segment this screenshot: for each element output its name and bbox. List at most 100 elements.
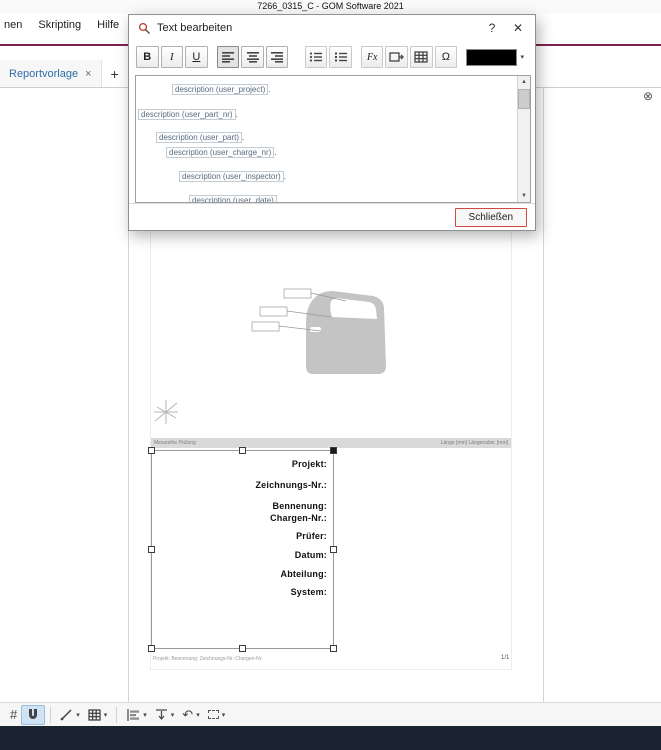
align-objects-icon [127,708,140,721]
report-label-system: System: [290,587,327,597]
edit-line[interactable]: description (user_date). [189,195,279,202]
asterisk-mark-icon [154,400,178,424]
report-label-pruefer: Prüfer: [296,531,327,541]
numbered-list-button[interactable] [329,46,352,68]
align-center-icon [246,52,259,63]
line-suffix: . [235,110,238,119]
selection-handle-bottom-left[interactable] [148,645,155,652]
bottom-toolbar: # ▾ ▾ ▾ ▾ ↶ ▾ ▾ [0,702,661,726]
vertical-scrollbar[interactable]: ▲ ▼ [517,76,530,202]
dialog-titlebar[interactable]: Text bearbeiten ? ✕ [129,15,535,41]
edit-line[interactable]: description (user_inspector). [179,171,286,182]
field-token[interactable]: description (user_project) [172,84,269,95]
table-icon [414,51,428,63]
status-bar [0,726,661,750]
align-left-button[interactable] [216,46,240,68]
selection-handle-mid-right[interactable] [330,546,337,553]
canvas-right-edge [543,88,544,702]
add-tab-button[interactable]: + [102,66,128,82]
selection-handle-bottom-center[interactable] [239,645,246,652]
chevron-down-icon[interactable]: ▾ [104,711,108,719]
field-token[interactable]: description (user_inspector) [179,171,284,182]
align-left-icon [222,52,235,63]
selection-handle-bottom-right[interactable] [330,645,337,652]
tab-close-icon[interactable]: × [85,68,91,80]
text-color-swatch[interactable] [466,48,517,66]
chevron-down-icon[interactable]: ▾ [76,711,80,719]
magnifier-icon [138,22,151,34]
chevron-down-icon[interactable]: ▾ [143,711,147,719]
edit-line[interactable]: description (user_part). [156,132,244,143]
edit-line[interactable]: description (user_project). [172,84,271,95]
tab-reportvorlage[interactable]: Reportvorlage × [0,60,102,87]
dialog-close-button[interactable]: ✕ [505,17,531,39]
panel-close-icon[interactable]: ⊗ [643,89,653,103]
bullet-list-icon [309,52,322,62]
callout-annotations [251,288,347,332]
window-titlebar: 7266_0315_C - GOM Software 2021 [0,0,661,13]
scroll-up-icon[interactable]: ▲ [518,76,530,88]
insert-symbol-button[interactable]: Ω [434,46,458,68]
snap-toggle-button[interactable] [21,704,46,725]
insert-field-button[interactable] [385,46,409,68]
page-number: 1/1 [501,655,510,661]
italic-button[interactable]: I [160,46,184,68]
text-edit-dialog: Text bearbeiten ? ✕ B I U Fx Ω ▾ descrip… [128,14,536,231]
distribute-tool-button[interactable]: ▾ [151,705,179,725]
draw-line-tool-button[interactable]: ▾ [56,705,84,725]
align-center-button[interactable] [241,46,264,68]
bullet-list-button[interactable] [304,46,328,68]
toolbar-separator [50,706,52,723]
field-token[interactable]: description (user_date) [189,195,277,202]
underline-button[interactable]: U [185,46,208,68]
scrollbar-thumb[interactable] [518,89,530,109]
undo-tool-button[interactable]: ↶ ▾ [178,705,203,725]
chevron-down-icon[interactable]: ▾ [196,711,200,719]
selected-textbox[interactable]: Projekt: Zeichnungs-Nr.: Bennenung: Char… [148,447,337,652]
bold-button[interactable]: B [136,46,159,68]
insert-table-tool-button[interactable]: ▾ [84,705,112,725]
text-format-toolbar: B I U Fx Ω ▾ [129,41,535,73]
line-suffix: . [283,172,286,181]
page-footer-fields: Projekt: Bennenung: Zeichnungs-Nr: Charg… [153,656,263,662]
grid-toggle-button[interactable]: # [6,705,21,725]
line-suffix: . [268,85,271,94]
selection-handle-top-left[interactable] [148,447,155,454]
schliessen-button[interactable]: Schließen [454,208,527,227]
grid-icon: # [10,707,18,722]
field-token[interactable]: description (user_part) [156,132,243,143]
chevron-down-icon[interactable]: ▾ [171,711,175,719]
field-token[interactable]: description (user_part_nr) [138,109,236,120]
insert-table-button[interactable] [410,46,433,68]
tab-label: Reportvorlage [9,67,79,80]
text-edit-area[interactable]: description (user_project). description … [135,75,531,203]
scroll-down-icon[interactable]: ▼ [518,190,530,202]
field-token[interactable]: description (user_charge_nr) [166,147,275,158]
dialog-title: Text bearbeiten [157,22,233,34]
selection-tool-button[interactable]: ▾ [204,705,230,725]
chevron-down-icon[interactable]: ▾ [222,711,226,719]
menu-item-hilfe[interactable]: Hilfe [89,16,127,34]
selection-handle-top-center[interactable] [239,447,246,454]
menu-item-skripting[interactable]: Skripting [30,16,89,34]
magnet-icon [29,708,38,719]
report-label-abteilung: Abteilung: [280,569,327,579]
menu-item-truncated[interactable]: nen [0,16,30,34]
dialog-help-button[interactable]: ? [479,17,505,39]
legend-right-text: Länge [mm] Längenabw. [mm] [440,440,508,446]
distribute-icon [155,709,167,720]
report-label-projekt: Projekt: [291,459,327,469]
report-label-datum: Datum: [294,550,327,560]
edit-line[interactable]: description (user_charge_nr). [166,147,277,158]
color-dropdown-caret-icon[interactable]: ▾ [517,53,529,61]
edit-line[interactable]: description (user_part_nr). [138,109,238,120]
align-right-button[interactable] [265,46,289,68]
selection-handle-top-right[interactable] [330,447,337,454]
line-tool-icon [60,709,72,721]
align-objects-tool-button[interactable]: ▾ [122,705,151,725]
dialog-footer: Schließen [129,203,535,231]
selection-handle-mid-left[interactable] [148,546,155,553]
insert-function-button[interactable]: Fx [360,46,384,68]
undo-icon: ↶ [182,707,194,722]
selection-marquee-icon [207,710,219,719]
